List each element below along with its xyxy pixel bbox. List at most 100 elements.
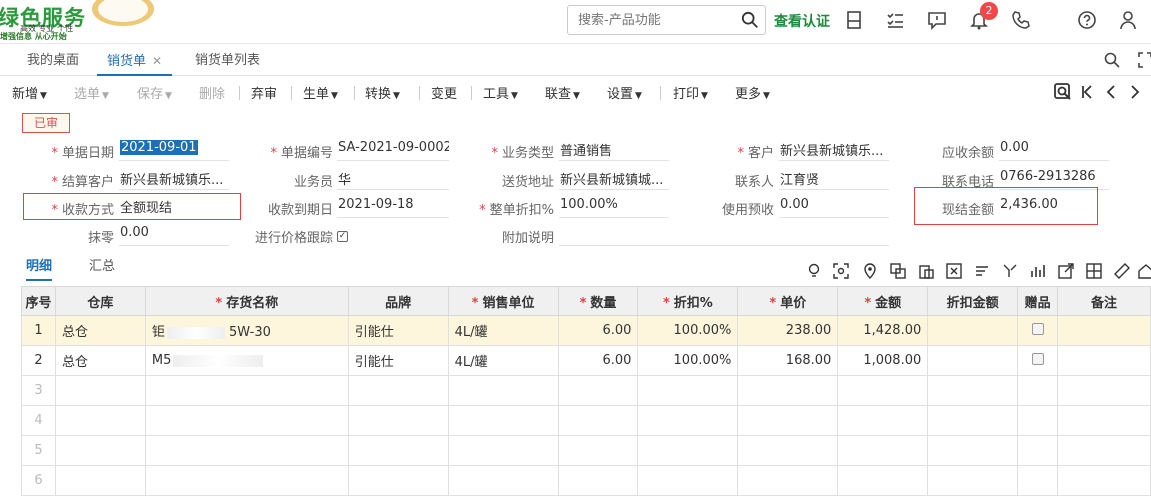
cell-brand[interactable]: 引能仕 [347, 345, 449, 376]
cell-discount[interactable]: 100.00% [637, 315, 739, 346]
cell-remark[interactable] [1057, 345, 1151, 376]
col-header-warehouse[interactable]: 仓库 [54, 286, 146, 316]
cell-unit[interactable]: 4L/罐 [447, 315, 559, 346]
col-header-brand[interactable]: 品牌 [347, 286, 449, 316]
note-field[interactable] [559, 225, 889, 246]
search-box[interactable] [567, 5, 766, 35]
salesman-field[interactable]: 华 [337, 169, 449, 190]
table-row[interactable]: 2 总仓 M5 引能仕 4L/罐 6.00 100.00% 168.00 1,0… [21, 345, 1151, 376]
cell-price[interactable]: 238.00 [737, 315, 839, 346]
scan-icon[interactable] [833, 263, 849, 279]
unapprove-button[interactable]: 弃审 [251, 83, 277, 102]
settings-button[interactable]: 设置 ▼ [607, 83, 642, 102]
table-row[interactable]: 3 [21, 375, 1151, 406]
prepay-field[interactable]: 0.00 [779, 197, 889, 218]
col-header-price[interactable]: * 单价 [737, 286, 839, 316]
address-field[interactable]: 新兴县新城镇城... [559, 169, 669, 190]
view-certification-link[interactable]: 查看认证 [774, 11, 830, 31]
contact-field[interactable]: 江育贤 [779, 169, 889, 190]
col-header-gift[interactable]: 赠品 [1017, 286, 1059, 316]
convert-button[interactable]: 转换 ▼ [365, 83, 400, 102]
settle-customer-field[interactable]: 新兴县新城镇乐... [119, 169, 229, 190]
user-icon[interactable] [1118, 10, 1138, 30]
generate-button[interactable]: 生单 ▼ [303, 83, 338, 102]
cell-qty[interactable]: 6.00 [557, 345, 639, 376]
customer-field[interactable]: 新兴县新城镇乐... [779, 140, 889, 161]
date-field[interactable]: 2021-09-01 [119, 140, 229, 161]
help-icon[interactable] [1077, 10, 1097, 30]
close-icon[interactable]: ✕ [152, 54, 162, 68]
link-query-button[interactable]: 联查 ▼ [545, 83, 580, 102]
cell-amount[interactable]: 1,428.00 [837, 315, 929, 346]
col-header-amount[interactable]: * 金额 [837, 286, 929, 316]
export-icon[interactable] [1058, 263, 1074, 279]
tab-search-icon[interactable] [1104, 52, 1120, 68]
cell-item-name[interactable]: 钜 5W-30 [144, 315, 349, 346]
sort-icon[interactable] [974, 263, 990, 279]
split-icon[interactable] [1002, 263, 1018, 279]
search-input[interactable] [568, 6, 728, 34]
tab-summary[interactable]: 汇总 [89, 255, 115, 274]
clear-icon[interactable] [946, 263, 962, 279]
search-icon[interactable] [741, 11, 759, 29]
mobile-icon[interactable] [844, 10, 864, 30]
paste-icon[interactable] [918, 263, 934, 279]
phone-icon[interactable] [1011, 10, 1031, 30]
col-header-qty[interactable]: * 数量 [557, 286, 639, 316]
wipe-field[interactable]: 0.00 [119, 225, 229, 246]
first-record-icon[interactable] [1080, 84, 1094, 100]
gift-checkbox[interactable] [1017, 315, 1059, 346]
table-row[interactable]: 1 总仓 钜 5W-30 引能仕 4L/罐 6.00 100.00% 238.0… [21, 315, 1151, 346]
cell-item-name[interactable]: M5 [144, 345, 349, 376]
cell-discount[interactable]: 100.00% [637, 345, 739, 376]
price-track-checkbox[interactable]: ✓ [337, 229, 348, 244]
table-row[interactable]: 6 [21, 465, 1151, 496]
payment-method-field[interactable]: 全额现结 [119, 197, 229, 218]
fullscreen-icon[interactable] [1138, 52, 1151, 68]
gift-checkbox[interactable] [1017, 345, 1059, 376]
print-button[interactable]: 打印 ▼ [673, 83, 708, 102]
cell-unit[interactable]: 4L/罐 [447, 345, 559, 376]
cell-amount[interactable]: 1,008.00 [837, 345, 929, 376]
table-row[interactable]: 5 [21, 435, 1151, 466]
bulb-icon[interactable] [806, 263, 822, 279]
new-button[interactable]: 新增 ▼ [12, 83, 47, 102]
col-header-discount-amount[interactable]: 折扣金额 [927, 286, 1019, 316]
locate-search-icon[interactable] [1054, 83, 1072, 101]
cell-price[interactable]: 168.00 [737, 345, 839, 376]
home-icon[interactable] [1138, 263, 1151, 279]
tab-sales-order-list[interactable]: 销货单列表 [195, 44, 260, 76]
select-button[interactable]: 选单 ▼ [74, 83, 109, 102]
cell-discount-amount[interactable] [927, 315, 1019, 346]
cell-discount-amount[interactable] [927, 345, 1019, 376]
bar-chart-icon[interactable] [1030, 263, 1046, 279]
col-header-discount[interactable]: * 折扣% [637, 286, 739, 316]
location-icon[interactable] [862, 263, 878, 279]
task-list-icon[interactable] [885, 10, 905, 30]
tab-detail[interactable]: 明细 [26, 255, 53, 281]
due-date-field[interactable]: 2021-09-18 [337, 197, 449, 218]
message-icon[interactable] [927, 10, 947, 30]
discount-field[interactable]: 100.00% [559, 197, 669, 218]
col-header-unit[interactable]: * 销售单位 [447, 286, 559, 316]
doc-no-field[interactable]: SA-2021-09-0002 [337, 140, 449, 161]
cell-remark[interactable] [1057, 315, 1151, 346]
col-header-item-name[interactable]: * 存货名称 [144, 286, 349, 316]
col-header-index[interactable]: 序号 [21, 286, 56, 316]
copy-icon[interactable] [890, 263, 906, 279]
save-button[interactable]: 保存 ▼ [137, 83, 172, 102]
change-button[interactable]: 变更 [431, 83, 457, 102]
cell-qty[interactable]: 6.00 [557, 315, 639, 346]
col-header-remark[interactable]: 备注 [1057, 286, 1151, 316]
ruler-icon[interactable] [1114, 263, 1130, 279]
cash-amount-field[interactable]: 2,436.00 [999, 197, 1089, 218]
table-row[interactable]: 4 [21, 405, 1151, 436]
previous-record-icon[interactable] [1104, 84, 1118, 100]
tab-desktop[interactable]: 我的桌面 [27, 44, 79, 76]
biz-type-field[interactable]: 普通销售 [559, 140, 669, 161]
delete-button[interactable]: 删除 [199, 83, 225, 102]
next-record-icon[interactable] [1128, 84, 1142, 100]
tab-sales-order[interactable]: 销货单 ✕ [97, 44, 173, 76]
cell-warehouse[interactable]: 总仓 [54, 315, 146, 346]
cell-brand[interactable]: 引能仕 [347, 315, 449, 346]
